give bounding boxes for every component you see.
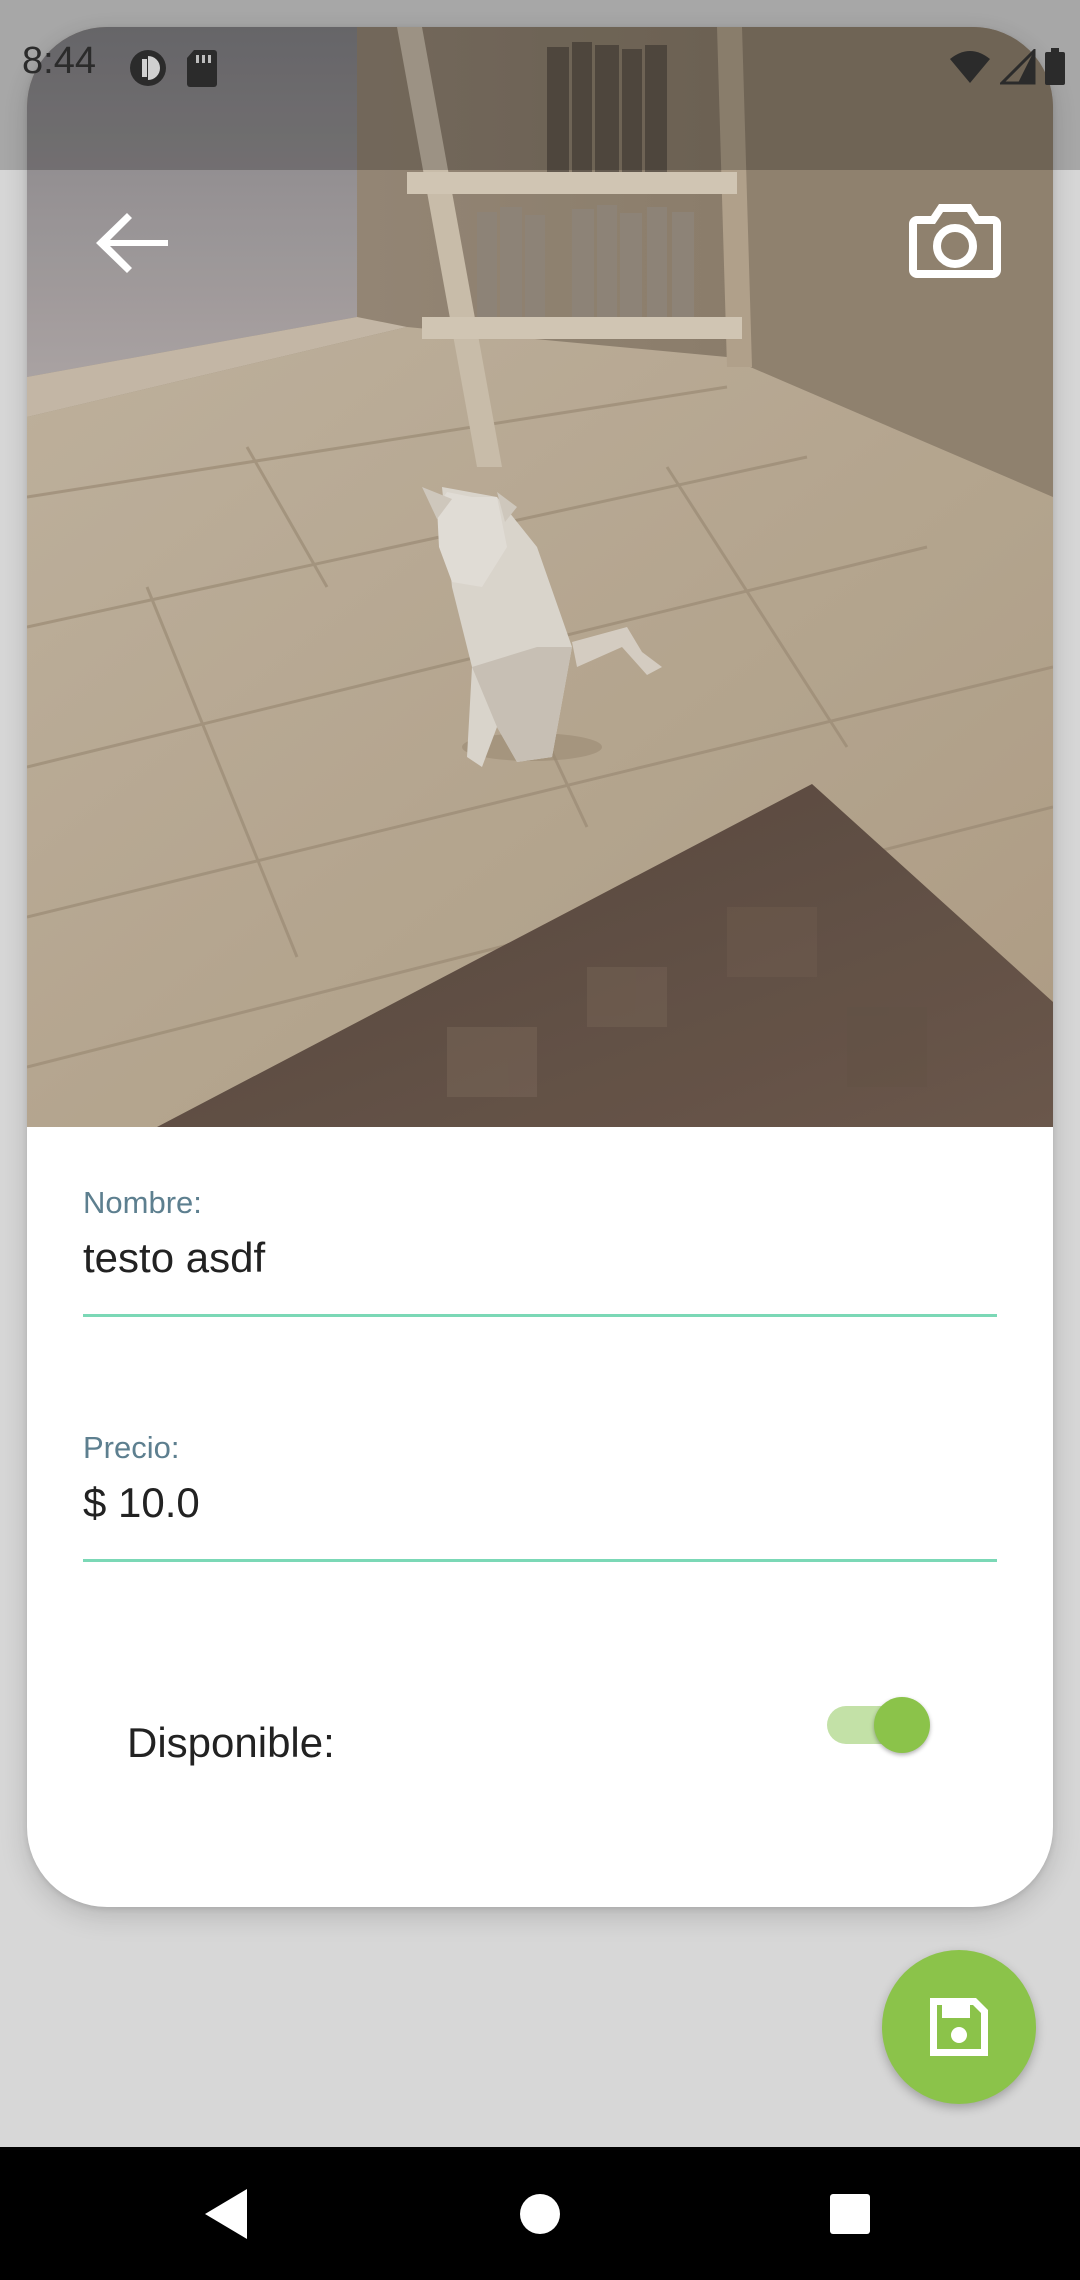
data-saver-icon — [128, 48, 168, 93]
product-card: Nombre: Precio: Disponible: — [27, 27, 1053, 1907]
arrow-back-icon — [96, 213, 168, 273]
wifi-icon — [948, 49, 992, 90]
save-icon — [930, 1998, 988, 2056]
name-label: Nombre: — [83, 1185, 202, 1220]
name-field-underline — [83, 1314, 997, 1317]
name-field[interactable] — [83, 1230, 997, 1286]
nav-back-button[interactable] — [195, 2183, 257, 2245]
sd-card-icon — [186, 48, 218, 93]
back-button[interactable] — [88, 198, 178, 288]
status-bar: 8:44 — [0, 0, 1080, 170]
nav-back-icon — [205, 2189, 247, 2239]
camera-button[interactable] — [905, 190, 1005, 290]
status-left-icons — [128, 48, 218, 93]
nav-recents-icon — [830, 2194, 870, 2234]
available-label: Disponible: — [127, 1719, 335, 1766]
navigation-bar — [0, 2147, 1080, 2280]
price-label: Precio: — [83, 1430, 180, 1465]
save-button[interactable] — [882, 1950, 1036, 2104]
camera-icon — [909, 204, 1001, 278]
status-time: 8:44 — [22, 40, 96, 82]
product-photo — [27, 27, 1053, 1127]
battery-icon — [1044, 48, 1066, 91]
nav-recents-button[interactable] — [819, 2183, 881, 2245]
price-field-underline — [83, 1559, 997, 1562]
product-image — [27, 27, 1053, 1127]
switch-thumb — [874, 1697, 930, 1753]
status-right-icons — [948, 47, 1066, 91]
nav-home-icon — [520, 2194, 560, 2234]
cell-signal-icon — [998, 47, 1036, 90]
available-switch[interactable] — [825, 1695, 935, 1755]
price-field[interactable] — [83, 1475, 997, 1531]
nav-home-button[interactable] — [509, 2183, 571, 2245]
